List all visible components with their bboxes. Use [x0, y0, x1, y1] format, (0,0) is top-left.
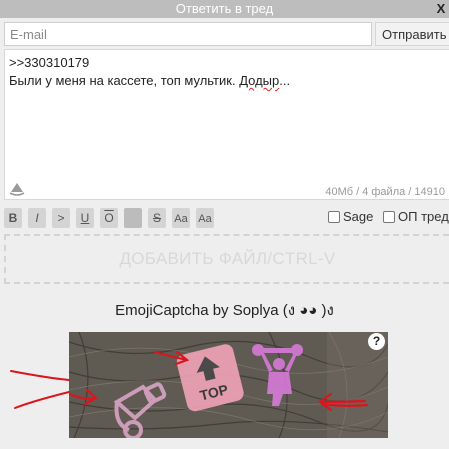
sail-icon[interactable]: [9, 182, 25, 196]
reply-window-titlebar[interactable]: Ответить в тред X: [0, 0, 449, 18]
overline-icon: O: [104, 211, 114, 225]
bold-button[interactable]: B: [4, 208, 22, 228]
op-label: ОП треда: [398, 209, 449, 224]
upload-limits-status: 40Мб / 4 файла / 14910: [325, 186, 445, 198]
sage-checkbox-box[interactable]: [328, 210, 340, 223]
message-textarea[interactable]: >>330310179 Были у меня на кассете, топ …: [4, 49, 449, 200]
email-field[interactable]: [4, 22, 372, 46]
message-quote-link: >>330310179: [9, 55, 90, 70]
message-text: >>330310179 Были у меня на кассете, топ …: [9, 54, 290, 90]
file-dropzone[interactable]: ДОБАВИТЬ ФАЙЛ/CTRL-V: [4, 234, 449, 284]
message-ellipsis: ...: [279, 73, 291, 88]
spoiler-button[interactable]: [124, 208, 142, 228]
drawn-arrows: [69, 350, 369, 412]
italic-button[interactable]: I: [28, 208, 46, 228]
drawn-arrow-left: [10, 370, 70, 409]
captcha-help-button[interactable]: ?: [368, 333, 385, 350]
message-line: Были у меня на кассете, топ мультик.: [9, 73, 240, 88]
subscript-icon: Aa: [198, 213, 212, 225]
overline-button[interactable]: O: [100, 208, 118, 228]
op-checkbox[interactable]: ОП треда: [383, 209, 449, 224]
captcha-title: EmojiCaptcha by Soplya (ง ◕◕ )ง: [115, 302, 334, 319]
superscript-icon: Aa: [174, 213, 188, 225]
underline-button[interactable]: U: [76, 208, 94, 228]
sage-label: Sage: [343, 209, 374, 224]
strikethrough-icon: S: [152, 211, 161, 225]
captcha-image[interactable]: TOP: [69, 332, 388, 438]
quote-button[interactable]: >: [52, 208, 70, 228]
superscript-button[interactable]: Aa: [172, 208, 190, 228]
quote-icon: >: [57, 211, 65, 225]
strikethrough-button[interactable]: S: [148, 208, 166, 228]
submit-button[interactable]: Отправить: [375, 22, 449, 46]
sage-checkbox[interactable]: Sage: [328, 209, 373, 224]
misspelled-word: Додыр: [239, 73, 280, 88]
italic-icon: I: [35, 211, 39, 225]
op-checkbox-box[interactable]: [383, 210, 395, 223]
close-button[interactable]: X: [435, 0, 447, 18]
subscript-button[interactable]: Aa: [196, 208, 214, 228]
bold-icon: B: [8, 211, 18, 225]
underline-icon: U: [80, 211, 90, 225]
window-title: Ответить в тред: [175, 1, 274, 16]
